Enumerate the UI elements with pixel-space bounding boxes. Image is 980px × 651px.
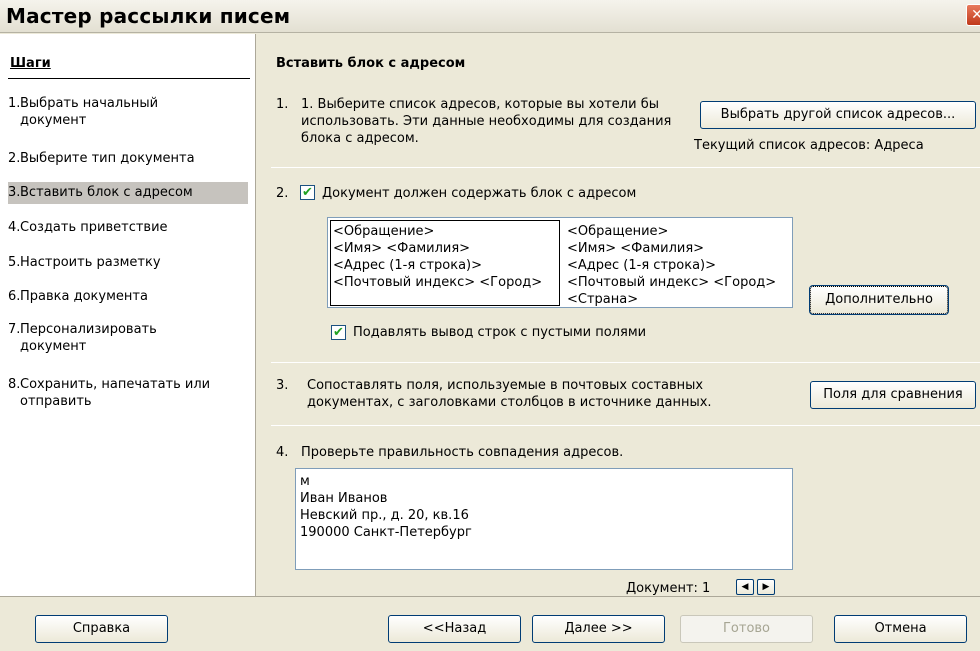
step-number: 3. [8,185,21,200]
more-button[interactable]: Дополнительно [809,285,949,315]
help-button[interactable]: Справка [35,615,168,643]
steps-panel: Шаги 1. Выбрать начальный документ 2. Вы… [0,34,256,596]
step-label: Персонализировать документ [20,322,157,354]
section1-text: 1. Выберите список адресов, которые вы х… [301,97,672,146]
address-block-option-1[interactable]: <Обращение> <Имя> <Фамилия> <Адрес (1-я … [330,220,560,306]
section3-text: Сопоставлять поля, используемые в почтов… [307,378,712,410]
suppress-empty-lines-checkbox[interactable]: ✔ [331,325,346,340]
step-label: Правка документа [20,289,148,304]
preview-line: Невский пр., д. 20, кв.16 [300,508,469,523]
separator [271,167,980,168]
window-title: Мастер рассылки писем [6,4,291,28]
section2-number: 2. [276,186,289,201]
step-item-2[interactable]: 2. Выберите тип документа [8,150,248,167]
separator [271,362,980,363]
cancel-button[interactable]: Отмена [834,615,967,643]
back-button[interactable]: <<Назад [388,615,521,643]
step-number: 1. [8,96,21,111]
step-item-7[interactable]: 7. Персонализировать документ [8,321,248,355]
address-line: <Адрес (1-я строка)> [567,258,716,273]
page-heading: Вставить блок с адресом [276,56,466,71]
step-label: Выбрать начальный документ [20,96,159,128]
steps-title: Шаги [10,56,51,71]
title-bar: Мастер рассылки писем ✕ [0,0,980,33]
preview-line: 190000 Санкт-Петербург [300,525,472,540]
address-line: <Почтовый индекс> <Город> [333,275,543,290]
step-item-3[interactable]: 3. Вставить блок с адресом [8,182,248,204]
address-block-option-2[interactable]: <Обращение> <Имя> <Фамилия> <Адрес (1-я … [564,220,790,307]
address-line: <Обращение> [567,224,669,239]
step-number: 8. [8,377,21,392]
step-item-6[interactable]: 6. Правка документа [8,288,248,305]
address-line: <Имя> <Фамилия> [333,241,471,256]
document-counter: Документ: 1 [626,581,711,596]
step-label: Настроить разметку [20,255,161,270]
section1-number: 1. [276,97,289,112]
step-label: Вставить блок с адресом [20,185,193,200]
section4-text: Проверьте правильность совпадения адресо… [301,445,624,460]
current-address-list-label: Текущий список адресов: Адреса [694,138,924,153]
section4-number: 4. [276,445,289,460]
steps-divider [8,78,250,79]
finish-button[interactable]: Готово [680,615,813,643]
step-item-4[interactable]: 4. Создать приветствие [8,219,248,236]
address-line: <Имя> <Фамилия> [567,241,705,256]
choose-address-list-button[interactable]: Выбрать другой список адресов... [700,101,976,129]
mail-merge-wizard-window: Мастер рассылки писем ✕ Шаги 1. Выбрать … [0,0,980,651]
step-number: 4. [8,220,21,235]
step-item-5[interactable]: 5. Настроить разметку [8,254,248,271]
suppress-empty-lines-label: Подавлять вывод строк с пустыми полями [353,325,647,340]
address-block-selector: <Обращение> <Имя> <Фамилия> <Адрес (1-я … [327,217,793,308]
match-fields-button[interactable]: Поля для сравнения [810,381,976,409]
address-line: <Адрес (1-я строка)> [333,258,482,273]
preview-line: м [300,474,310,489]
previous-record-icon[interactable]: ◀ [736,579,754,595]
next-button[interactable]: Далее >> [532,615,665,643]
step-label: Создать приветствие [20,220,168,235]
address-preview: м Иван Иванов Невский пр., д. 20, кв.16 … [295,468,793,570]
address-line: <Обращение> [333,224,435,239]
address-block-checkbox-label: Документ должен содержать блок с адресом [322,186,637,201]
section3-number: 3. [276,378,289,393]
step-number: 7. [8,322,21,337]
step-label: Выберите тип документа [20,151,195,166]
separator [271,425,980,426]
step-number: 6. [8,289,21,304]
address-line: <Почтовый индекс> <Город> [567,275,777,290]
close-icon[interactable]: ✕ [966,4,980,26]
address-line: <Страна> [567,292,639,307]
step-item-1[interactable]: 1. Выбрать начальный документ [8,95,248,129]
address-block-checkbox[interactable]: ✔ [300,185,315,200]
step-item-8[interactable]: 8. Сохранить, напечатать или отправить [8,376,248,410]
footer-bar: Справка <<Назад Далее >> Готово Отмена [0,596,980,651]
step-number: 2. [8,151,21,166]
next-record-icon[interactable]: ▶ [757,579,775,595]
preview-line: Иван Иванов [300,491,388,506]
step-label: Сохранить, напечатать или отправить [20,377,211,409]
step-number: 5. [8,255,21,270]
main-content: Вставить блок с адресом 1. 1. Выберите с… [257,34,980,596]
